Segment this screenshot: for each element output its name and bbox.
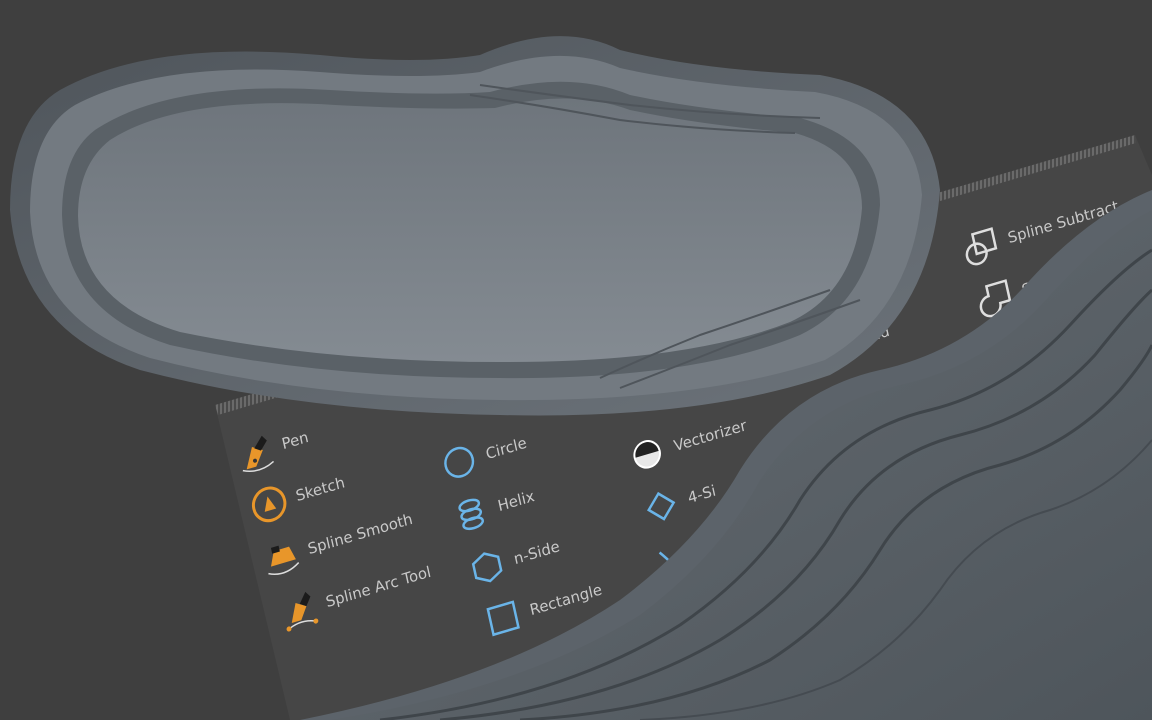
primitive-four-side-label: 4-Si xyxy=(686,481,718,508)
tool-pen-label: Pen xyxy=(280,427,311,454)
primitive-n-side-label: n-Side xyxy=(512,537,562,569)
scene: Pen Sketch Spline Smooth Spline Arc Tool… xyxy=(0,0,1152,720)
boolean-spline-union-label: Spline xyxy=(1020,268,1069,300)
primitive-circle-label: Circle xyxy=(484,433,529,464)
tool-sketch-label: Sketch xyxy=(294,473,347,506)
primitive-helix-label: Helix xyxy=(496,486,537,516)
primitive-formula-label: Formula xyxy=(862,360,925,396)
